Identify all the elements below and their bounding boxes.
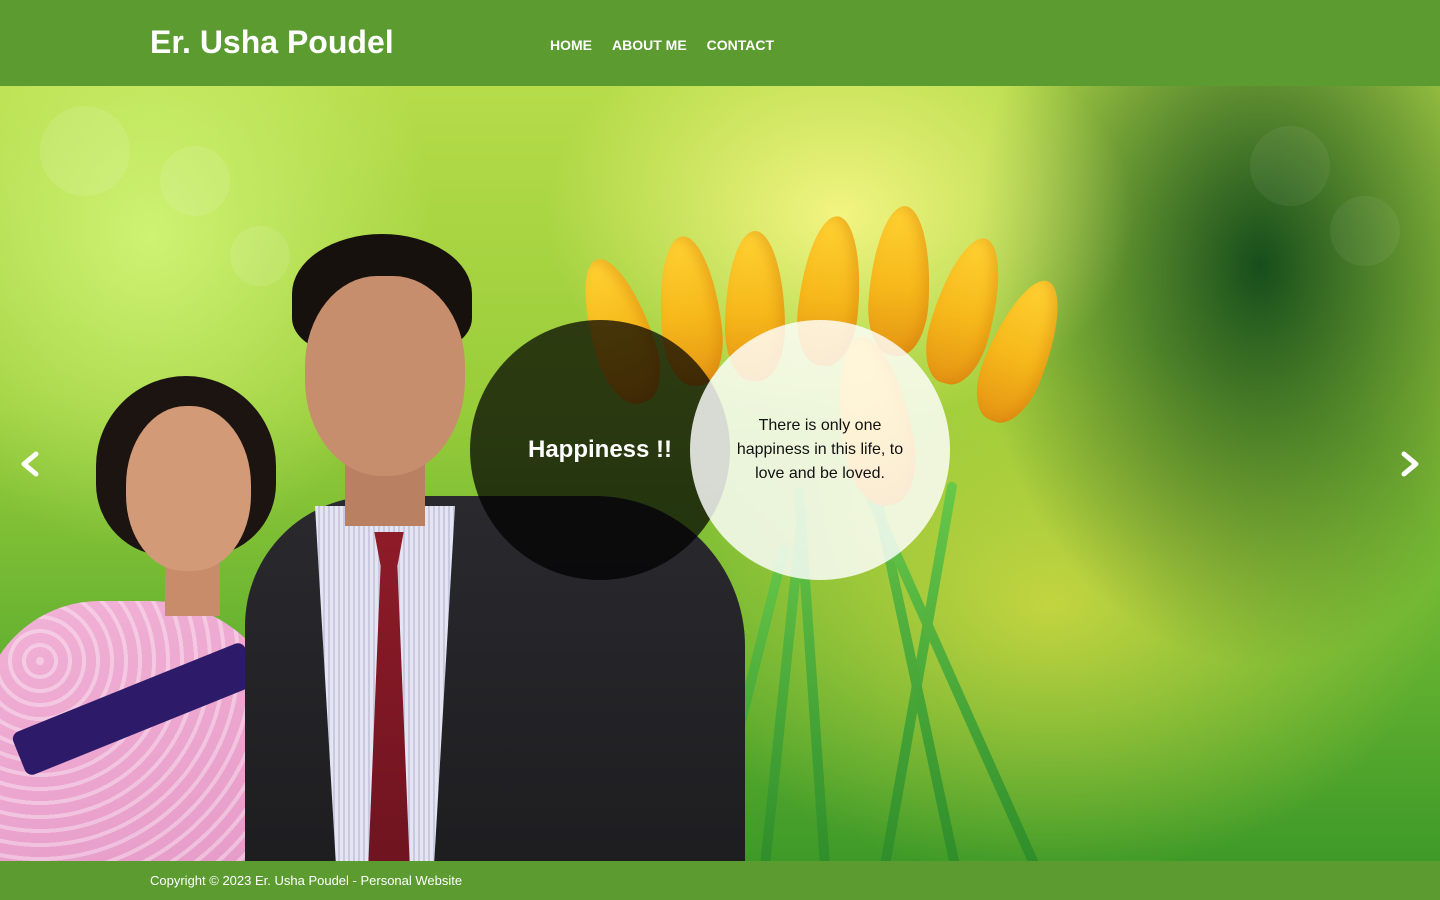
copyright-text: Copyright © 2023 Er. Usha Poudel - Perso… — [150, 873, 463, 888]
nav-about-me[interactable]: ABOUT ME — [612, 36, 687, 54]
site-footer: Copyright © 2023 Er. Usha Poudel - Perso… — [0, 861, 1440, 900]
slider-prev-button[interactable] — [16, 450, 44, 478]
caption-quote: There is only one happiness in this life… — [736, 417, 904, 482]
caption-quote-circle: There is only one happiness in this life… — [690, 320, 950, 580]
bokeh-light — [1330, 196, 1400, 266]
hero-slider: Happiness !! There is only one happiness… — [0, 86, 1440, 861]
caption-title: Happiness !! — [527, 436, 673, 463]
chevron-left-icon — [21, 451, 39, 477]
slider-next-button[interactable] — [1396, 450, 1424, 478]
site-title[interactable]: Er. Usha Poudel — [150, 22, 394, 62]
nav-contact[interactable]: CONTACT — [707, 36, 774, 54]
main-nav: HOME ABOUT ME CONTACT — [550, 36, 774, 54]
person-woman-face — [126, 406, 251, 571]
bokeh-light — [40, 106, 130, 196]
site-header: Er. Usha Poudel HOME ABOUT ME CONTACT — [0, 0, 1440, 86]
bokeh-light — [160, 146, 230, 216]
bokeh-light — [230, 226, 290, 286]
person-man-face — [305, 276, 465, 476]
chevron-right-icon — [1401, 451, 1419, 477]
nav-home[interactable]: HOME — [550, 36, 592, 54]
bokeh-light — [1250, 126, 1330, 206]
